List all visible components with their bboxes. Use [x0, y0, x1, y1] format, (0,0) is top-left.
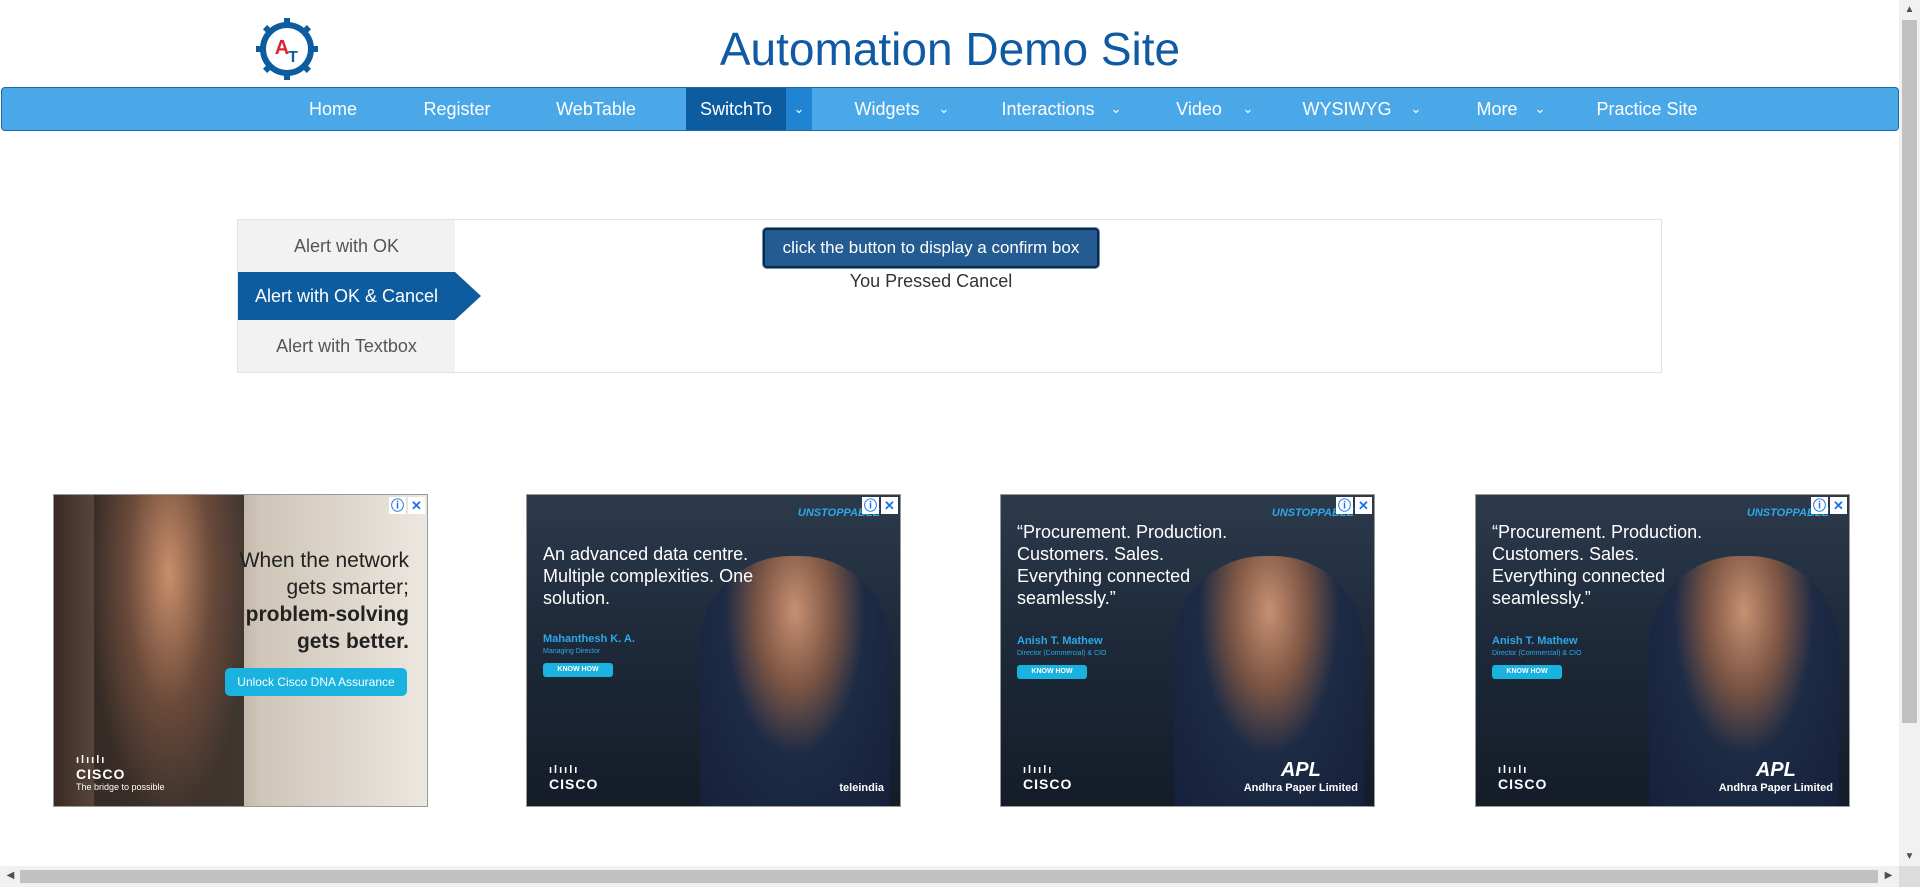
close-icon[interactable]: ✕ — [408, 497, 425, 514]
ad-controls: ⓘ ✕ — [1336, 497, 1372, 514]
ad-cta-button[interactable]: KNOW HOW — [543, 663, 613, 677]
partner-logo: APL Andhra Paper Limited — [1244, 759, 1358, 794]
ad-person-role: Director (Commercial) & CIO — [1017, 650, 1107, 657]
nav-webtable[interactable]: WebTable — [540, 88, 652, 130]
ad-quote: “Procurement. Production. Customers. Sal… — [1017, 522, 1228, 608]
nav-wysiwyg[interactable]: WYSIWYG — [1294, 88, 1400, 130]
alert-tabs: Alert with OK Alert with OK & Cancel Ale… — [238, 220, 481, 372]
alert-panel: Alert with OK Alert with OK & Cancel Ale… — [237, 219, 1662, 373]
scroll-left-icon[interactable]: ◀ — [0, 870, 21, 881]
chevron-down-icon[interactable]: ⌄ — [1236, 88, 1260, 130]
cisco-bars-icon: ılıılı — [76, 754, 107, 766]
chevron-down-icon[interactable]: ⌄ — [1104, 88, 1128, 130]
ad-quote: “Procurement. Production. Customers. Sal… — [1492, 522, 1703, 608]
cisco-logo: ılıılı CISCO The bridge to possible — [76, 754, 165, 792]
ad-person-role: Director (Commercial) & CIO — [1492, 650, 1582, 657]
ad-person-name: Anish T. Mathew — [1492, 635, 1578, 647]
tab-alert-ok[interactable]: Alert with OK — [238, 222, 455, 270]
page: A T Automation Demo Site Home Register W… — [0, 0, 1920, 887]
scrollbar-corner — [1899, 866, 1920, 887]
nav-more[interactable]: More — [1462, 88, 1532, 130]
ad-person-name: Anish T. Mathew — [1017, 635, 1103, 647]
ad-line: problem-solving — [245, 603, 409, 626]
ad-quote: An advanced data centre. Multiple comple… — [543, 544, 754, 608]
ad-line: When the network — [239, 549, 409, 572]
chevron-down-icon[interactable]: ⌄ — [786, 88, 812, 130]
ad-banner-apl[interactable]: ⓘ ✕ UNSTOPPABLE “Procurement. Production… — [1475, 494, 1850, 807]
nav-switchto[interactable]: SwitchTo — [686, 88, 786, 130]
page-title: Automation Demo Site — [719, 23, 1181, 75]
cisco-wordmark: CISCO — [76, 766, 126, 782]
apl-mark: APL — [1280, 759, 1321, 781]
info-icon[interactable]: ⓘ — [1811, 497, 1828, 514]
nav-practice-site[interactable]: Practice Site — [1584, 88, 1710, 130]
ad-line: gets better. — [296, 630, 409, 653]
cisco-bars-icon: ılıılı — [549, 764, 580, 776]
ad-banner-apl[interactable]: ⓘ ✕ UNSTOPPABLE “Procurement. Production… — [1000, 494, 1375, 807]
nav-register[interactable]: Register — [404, 88, 510, 130]
ad-line: gets smarter; — [286, 576, 409, 599]
main-nav: Home Register WebTable SwitchTo ⌄ Widget… — [1, 87, 1899, 131]
cisco-tagline: The bridge to possible — [76, 782, 165, 792]
close-icon[interactable]: ✕ — [1830, 497, 1847, 514]
ad-cta-button[interactable]: KNOW HOW — [1017, 665, 1087, 679]
vertical-scrollbar[interactable]: ▲ ▼ — [1899, 0, 1920, 866]
cisco-bars-icon: ılıılı — [1023, 764, 1054, 776]
ad-controls: ⓘ ✕ — [862, 497, 898, 514]
cisco-wordmark: CISCO — [1498, 776, 1548, 792]
close-icon[interactable]: ✕ — [881, 497, 898, 514]
scroll-up-icon[interactable]: ▲ — [1899, 4, 1920, 15]
cisco-wordmark: CISCO — [1023, 776, 1073, 792]
ad-controls: ⓘ ✕ — [1811, 497, 1847, 514]
scroll-right-icon[interactable]: ▶ — [1878, 870, 1899, 881]
apl-mark: APL — [1755, 759, 1796, 781]
partner-name: Andhra Paper Limited — [1243, 782, 1358, 794]
info-icon[interactable]: ⓘ — [862, 497, 879, 514]
info-icon[interactable]: ⓘ — [1336, 497, 1353, 514]
partner-name: Andhra Paper Limited — [1718, 782, 1833, 794]
vertical-scroll-thumb[interactable] — [1902, 20, 1917, 723]
ad-banner-cisco-dna[interactable]: ⓘ ✕ When the network gets smarter; probl… — [53, 494, 428, 807]
confirm-box-button[interactable]: click the button to display a confirm bo… — [763, 228, 1099, 268]
nav-video[interactable]: Video — [1162, 88, 1236, 130]
ad-cta-button[interactable]: Unlock Cisco DNA Assurance — [225, 668, 407, 696]
nav-interactions[interactable]: Interactions — [992, 88, 1104, 130]
ad-controls: ⓘ ✕ — [389, 497, 425, 514]
nav-widgets[interactable]: Widgets — [842, 88, 932, 130]
horizontal-scroll-thumb[interactable] — [20, 870, 1878, 883]
partner-logo: APL Andhra Paper Limited — [1719, 759, 1833, 794]
chevron-down-icon[interactable]: ⌄ — [1528, 88, 1552, 130]
nav-home[interactable]: Home — [292, 88, 374, 130]
chevron-down-icon[interactable]: ⌄ — [1404, 88, 1428, 130]
cisco-logo: ılıılı CISCO — [1023, 764, 1072, 792]
tab-alert-textbox[interactable]: Alert with Textbox — [238, 322, 455, 370]
cisco-logo: ılıılı CISCO — [549, 764, 598, 792]
close-icon[interactable]: ✕ — [1355, 497, 1372, 514]
scroll-down-icon[interactable]: ▼ — [1899, 851, 1920, 862]
ad-person-role: Managing Director — [543, 648, 601, 655]
result-text: You Pressed Cancel — [849, 271, 1013, 291]
ad-person-name: Mahanthesh K. A. — [543, 633, 635, 645]
tab-alert-ok-cancel[interactable]: Alert with OK & Cancel — [238, 272, 481, 320]
ad-headline: When the network gets smarter; problem-s… — [179, 547, 409, 655]
ad-cta-button[interactable]: KNOW HOW — [1492, 665, 1562, 679]
chevron-down-icon[interactable]: ⌄ — [932, 88, 956, 130]
horizontal-scrollbar[interactable]: ◀ ▶ — [0, 866, 1899, 887]
info-icon[interactable]: ⓘ — [389, 497, 406, 514]
cisco-wordmark: CISCO — [549, 776, 599, 792]
partner-logo: teleindia — [839, 782, 884, 794]
cisco-bars-icon: ılıılı — [1498, 764, 1529, 776]
cisco-logo: ılıılı CISCO — [1498, 764, 1547, 792]
ad-banner-teleindia[interactable]: ⓘ ✕ UNSTOPPABLE An advanced data centre.… — [526, 494, 901, 807]
